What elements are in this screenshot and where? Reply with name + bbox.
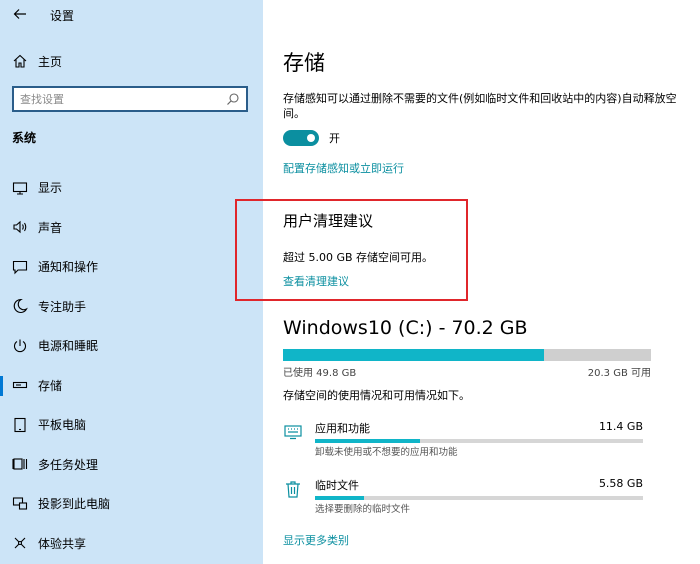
- window-title: 设置: [50, 9, 75, 23]
- sidebar-item-label: 主页: [38, 54, 63, 69]
- section-label: 系统: [12, 131, 37, 145]
- power-icon: [12, 338, 28, 354]
- sidebar-item-label: 存储: [38, 378, 63, 393]
- category-bar: [315, 496, 643, 500]
- home-icon: [12, 53, 28, 69]
- drive-title: Windows10 (C:) - 70.2 GB: [283, 317, 528, 339]
- category-size: 11.4 GB: [598, 420, 643, 433]
- multitask-icon: [12, 456, 28, 472]
- sidebar-item-home[interactable]: 主页: [0, 46, 263, 76]
- sidebar-item-power[interactable]: 电源和睡眠: [0, 326, 263, 366]
- sidebar-item-storage[interactable]: 存储: [0, 366, 263, 406]
- sidebar-item-sound[interactable]: 声音: [0, 208, 263, 248]
- toggle-state-label: 开: [329, 132, 340, 145]
- sidebar-item-shared-experiences[interactable]: 体验共享: [0, 524, 263, 564]
- sidebar-item-display[interactable]: 显示: [0, 168, 263, 208]
- sidebar-nav: 显示 声音 通知和操作 专注助手 电源和睡眠 存储 平板电脑 多任务处理 投影到…: [0, 168, 263, 563]
- category-apps-features[interactable]: 应用和功能 11.4 GB 卸载未使用或不想要的应用和功能: [283, 420, 643, 464]
- sidebar-item-label: 体验共享: [38, 536, 87, 551]
- title-bar: 设置: [0, 0, 263, 30]
- free-space-label: 20.3 GB 可用: [587, 368, 651, 379]
- sidebar-item-label: 电源和睡眠: [38, 339, 99, 354]
- project-icon: [12, 496, 28, 512]
- cleanup-suggestions-text: 超过 5.00 GB 存储空间可用。: [283, 251, 434, 264]
- share-icon: [12, 535, 28, 551]
- trash-icon: [286, 481, 300, 498]
- toggle-knob: [307, 134, 315, 142]
- page-title: 存储: [283, 51, 325, 75]
- category-bar-fill: [315, 439, 420, 443]
- view-cleanup-suggestions-link[interactable]: 查看清理建议: [283, 273, 349, 289]
- search-input[interactable]: [20, 90, 220, 108]
- sidebar-item-label: 专注助手: [38, 299, 87, 314]
- category-bar-fill: [315, 496, 365, 500]
- used-space-label: 已使用 49.8 GB: [283, 368, 357, 379]
- apps-icon: [284, 425, 302, 440]
- cleanup-suggestions-title: 用户清理建议: [283, 212, 374, 230]
- notification-icon: [12, 259, 28, 275]
- moon-icon: [12, 298, 28, 314]
- storage-icon: [12, 377, 28, 393]
- sidebar-item-label: 多任务处理: [38, 457, 99, 472]
- back-button[interactable]: [8, 3, 32, 25]
- configure-storage-sense-link[interactable]: 配置存储感知或立即运行: [283, 160, 404, 176]
- category-name: 临时文件: [315, 479, 359, 492]
- sidebar-item-label: 显示: [38, 181, 63, 196]
- sidebar-item-label: 投影到此电脑: [38, 497, 111, 512]
- search-icon[interactable]: [226, 92, 240, 106]
- sidebar-item-notifications[interactable]: 通知和操作: [0, 247, 263, 287]
- sidebar-item-tablet[interactable]: 平板电脑: [0, 405, 263, 445]
- category-name: 应用和功能: [315, 422, 370, 435]
- display-icon: [12, 180, 28, 196]
- usage-description: 存储空间的使用情况和可用情况如下。: [283, 389, 470, 402]
- category-temporary-files[interactable]: 临时文件 5.58 GB 选择要删除的临时文件: [283, 477, 643, 521]
- tablet-icon: [12, 417, 28, 433]
- show-more-categories-link[interactable]: 显示更多类别: [283, 532, 349, 548]
- sidebar-item-multitasking[interactable]: 多任务处理: [0, 445, 263, 485]
- category-description: 卸载未使用或不想要的应用和功能: [315, 447, 458, 458]
- category-size: 5.58 GB: [598, 477, 643, 490]
- drive-usage-bar: [283, 349, 651, 361]
- search-box[interactable]: [12, 86, 248, 112]
- drive-usage-fill: [283, 349, 545, 361]
- sidebar-item-label: 声音: [38, 220, 63, 235]
- storage-sense-toggle[interactable]: [283, 130, 319, 146]
- sidebar-item-label: 通知和操作: [38, 260, 99, 275]
- main-content: 存储 存储感知可以通过删除不需要的文件(例如临时文件和回收站中的内容)自动释放空…: [235, 0, 700, 564]
- storage-sense-description: 存储感知可以通过删除不需要的文件(例如临时文件和回收站中的内容)自动释放空间。: [283, 92, 677, 120]
- sidebar-item-label: 平板电脑: [38, 418, 87, 433]
- sound-icon: [12, 219, 28, 235]
- arrow-left-icon: [13, 9, 26, 19]
- category-description: 选择要删除的临时文件: [315, 504, 411, 515]
- sidebar-item-focus-assist[interactable]: 专注助手: [0, 287, 263, 327]
- category-bar: [315, 439, 643, 443]
- sidebar: 设置 主页 系统 显示 声音 通知和操作 专注助手 电源和睡眠: [0, 0, 263, 564]
- sidebar-item-project[interactable]: 投影到此电脑: [0, 484, 263, 524]
